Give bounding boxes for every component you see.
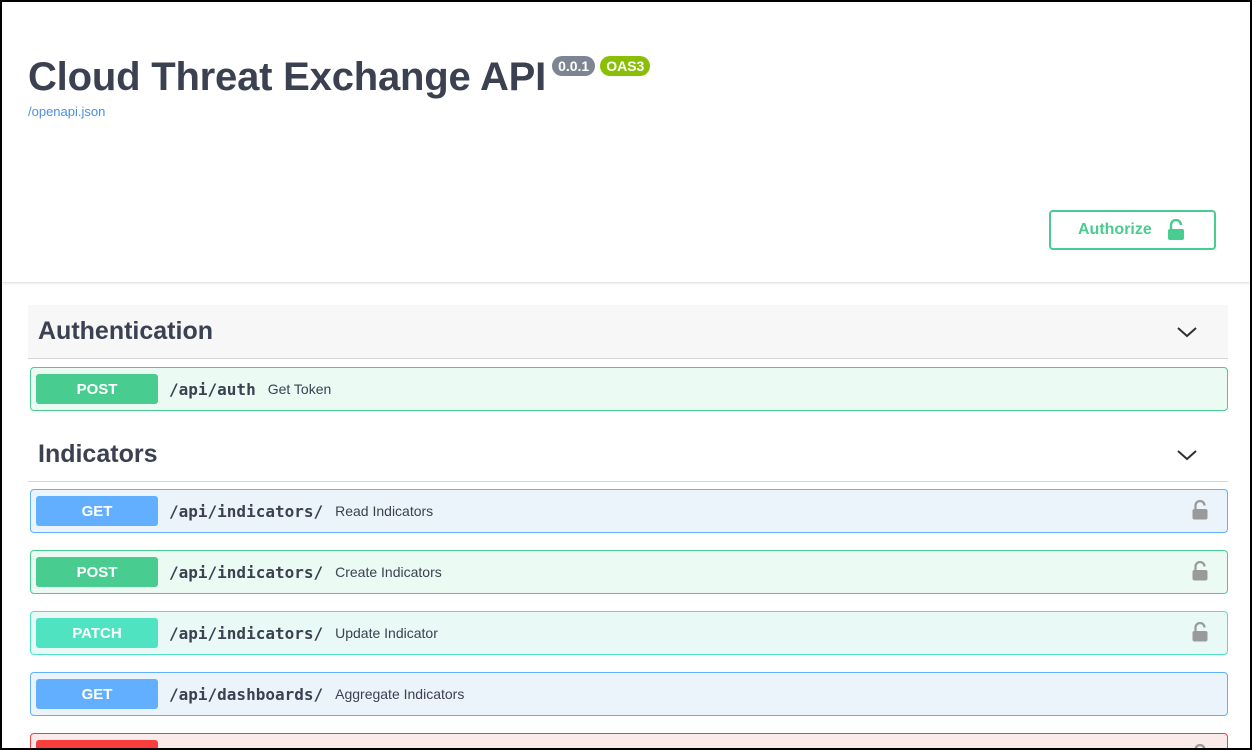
operation-path: /api/indicators/ xyxy=(169,501,324,521)
authorize-button[interactable]: Authorize xyxy=(1049,210,1216,250)
version-badge: 0.0.1 xyxy=(552,56,596,76)
api-info: Cloud Threat Exchange API 0.0.1 OAS3 /op… xyxy=(28,50,651,120)
operation-path: /api/auth xyxy=(169,379,256,399)
api-title: Cloud Threat Exchange API xyxy=(28,55,547,99)
oas-badge: OAS3 xyxy=(600,56,651,76)
http-method-badge: POST xyxy=(36,374,158,404)
authorize-button-label: Authorize xyxy=(1078,221,1152,238)
tag-section-indicators: Indicators xyxy=(28,428,1228,482)
operation-patch-api-indicators[interactable]: PATCH /api/indicators/ Update Indicator xyxy=(30,611,1228,655)
operation-path: /api/dashboards/ xyxy=(169,684,324,704)
operation-summary: Update Indicator xyxy=(335,625,438,641)
scheme-container: Authorize xyxy=(2,180,1250,283)
unlocked-lock-icon[interactable] xyxy=(1192,560,1208,586)
http-method-badge: POST xyxy=(36,557,158,587)
tag-title: Authentication xyxy=(38,317,213,345)
operation-delete-partial[interactable]: DELETE xyxy=(30,733,1228,748)
operation-post-api-indicators[interactable]: POST /api/indicators/ Create Indicators xyxy=(30,550,1228,594)
tag-header-indicators[interactable]: Indicators xyxy=(28,428,1228,482)
operation-summary: Get Token xyxy=(267,381,332,397)
operation-summary: Aggregate Indicators xyxy=(335,686,465,702)
operation-summary: Create Indicators xyxy=(335,564,442,580)
unlocked-lock-icon[interactable] xyxy=(1192,743,1208,748)
chevron-down-icon xyxy=(1177,449,1197,460)
chevron-down-icon xyxy=(1177,326,1197,337)
operation-post-api-auth[interactable]: POST /api/auth Get Token xyxy=(30,367,1228,411)
openapi-spec-link[interactable]: /openapi.json xyxy=(28,104,650,120)
tag-section-authentication: Authentication xyxy=(28,305,1228,359)
operation-get-api-indicators[interactable]: GET /api/indicators/ Read Indicators xyxy=(30,489,1228,533)
unlocked-lock-icon[interactable] xyxy=(1192,499,1208,525)
http-method-badge: GET xyxy=(36,679,158,709)
tag-header-authentication[interactable]: Authentication xyxy=(28,305,1228,359)
operation-path: /api/indicators/ xyxy=(169,623,324,643)
operation-get-api-dashboards[interactable]: GET /api/dashboards/ Aggregate Indicator… xyxy=(30,672,1228,716)
unlocked-lock-icon xyxy=(1167,219,1185,241)
http-method-badge: GET xyxy=(36,496,158,526)
swagger-page: Cloud Threat Exchange API 0.0.1 OAS3 /op… xyxy=(0,0,1252,750)
operation-summary: Read Indicators xyxy=(335,503,434,519)
tag-title: Indicators xyxy=(38,440,158,468)
title-row: Cloud Threat Exchange API 0.0.1 OAS3 xyxy=(28,50,651,104)
http-method-badge: PATCH xyxy=(36,618,158,648)
operation-path: /api/indicators/ xyxy=(169,562,324,582)
http-method-badge: DELETE xyxy=(36,740,158,748)
unlocked-lock-icon[interactable] xyxy=(1192,621,1208,647)
